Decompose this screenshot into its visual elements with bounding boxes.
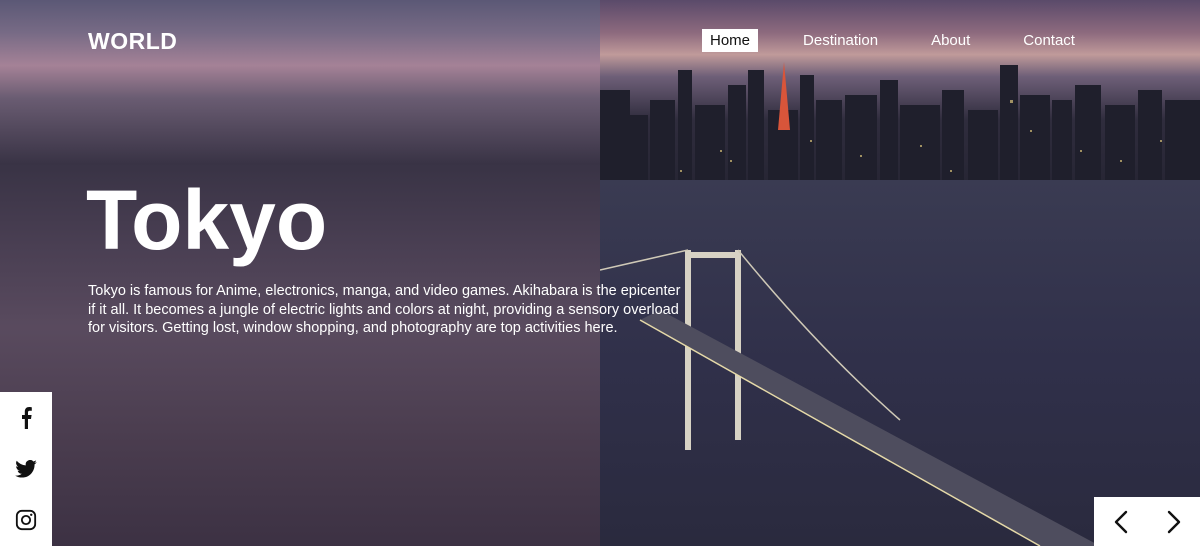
main-nav: Home Destination About Contact bbox=[702, 29, 1083, 52]
social-sidebar bbox=[0, 392, 52, 546]
instagram-icon[interactable] bbox=[14, 508, 38, 532]
chevron-left-icon[interactable] bbox=[1106, 507, 1136, 537]
nav-destination[interactable]: Destination bbox=[795, 29, 886, 52]
hero-description: Tokyo is famous for Anime, electronics, … bbox=[88, 283, 681, 336]
nav-contact[interactable]: Contact bbox=[1015, 29, 1083, 52]
facebook-icon[interactable] bbox=[14, 406, 38, 430]
hero-title: Tokyo bbox=[86, 173, 328, 267]
blurred-overlay bbox=[0, 0, 600, 546]
nav-home[interactable]: Home bbox=[702, 29, 759, 52]
chevron-right-icon[interactable] bbox=[1159, 507, 1189, 537]
site-logo[interactable]: WORLD bbox=[88, 28, 177, 55]
page: WORLD Home Destination About Contact Tok… bbox=[0, 0, 1200, 546]
nav-about[interactable]: About bbox=[923, 29, 978, 52]
slider-controls bbox=[1094, 497, 1200, 546]
twitter-icon[interactable] bbox=[14, 457, 38, 481]
